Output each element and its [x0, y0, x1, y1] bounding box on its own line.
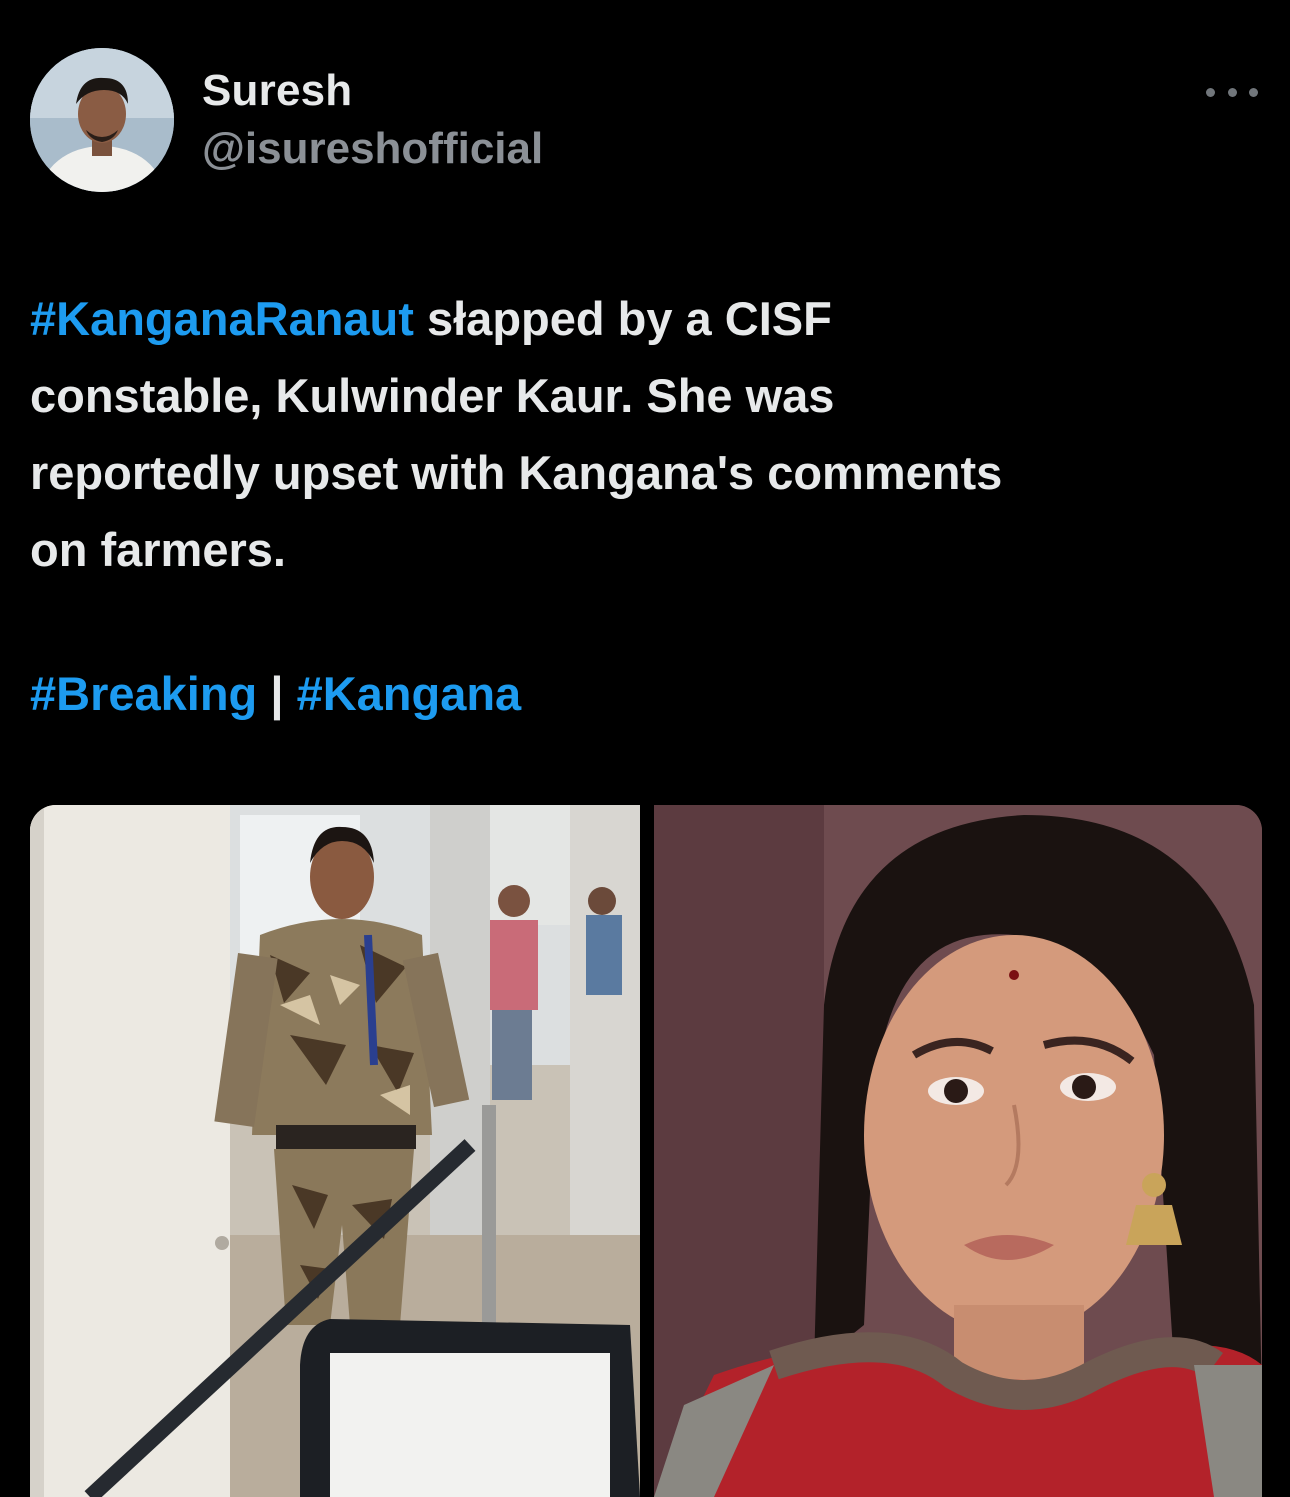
- tweet-line-1-text: słapped by a CISF: [413, 292, 832, 345]
- tweet-text: #KanganaRanaut słapped by a CISF constab…: [30, 280, 1250, 588]
- author-handle[interactable]: @isureshofficial: [202, 124, 543, 174]
- cisf-constable-photo[interactable]: [30, 805, 640, 1497]
- author-display-name[interactable]: Suresh: [202, 66, 352, 116]
- tweet-line-3: reportedly upset with Kangana's comments: [30, 446, 1003, 499]
- kangana-portrait-photo[interactable]: [654, 805, 1262, 1497]
- author-avatar[interactable]: [30, 48, 174, 192]
- hashtag-kangana[interactable]: #Kangana: [297, 667, 522, 720]
- more-horizontal-icon: [1206, 87, 1215, 97]
- more-horizontal-icon-dot: [1227, 87, 1237, 97]
- tweet-line-2: constable, Kulwinder Kaur. She was: [30, 369, 835, 422]
- kangana-portrait-image: [654, 805, 1262, 1497]
- hashtag-kanganaranaut[interactable]: #KanganaRanaut: [30, 292, 414, 345]
- cisf-constable-image: [30, 805, 640, 1497]
- avatar-image: [30, 48, 174, 192]
- hashtag-separator: |: [257, 667, 297, 720]
- hashtag-breaking[interactable]: #Breaking: [30, 667, 257, 720]
- tweet-hashtags-line: #Breaking | #Kangana: [30, 655, 521, 732]
- tweet-line-1: #KanganaRanaut słapped by a CISF: [30, 280, 1250, 357]
- more-options-button[interactable]: [1206, 78, 1258, 106]
- tweet-line-4: on farmers.: [30, 523, 286, 576]
- more-horizontal-icon-dot: [1249, 87, 1258, 97]
- media-grid: [30, 805, 1262, 1497]
- tweet-card: Suresh @isureshofficial #KanganaRanaut s…: [0, 0, 1290, 1497]
